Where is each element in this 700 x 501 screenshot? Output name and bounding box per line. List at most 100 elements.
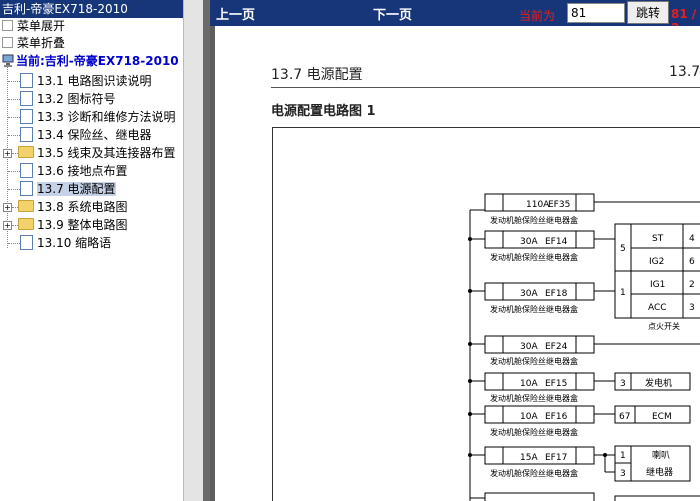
ecm-pin: 67 <box>619 412 630 422</box>
ign-row-name: ST <box>652 234 664 244</box>
tree-item-label[interactable]: 13.4 保险丝、继电器 <box>37 128 152 142</box>
fuse-id: EF16 <box>545 412 568 422</box>
fuse-id: EF14 <box>545 237 568 247</box>
document-viewer[interactable]: 13.7 电源配置 13.7. 电源配置电路图 1 110A EF35 发动机舱… <box>210 26 700 501</box>
ign-row-pin: 2 <box>689 280 695 290</box>
expand-plus-icon[interactable]: + <box>3 221 12 230</box>
document-icon <box>20 127 33 142</box>
fuse-ef24: 30A EF24 发动机舱保险丝继电器盒 <box>468 335 700 366</box>
fuse-box-label: 发动机舱保险丝继电器盒 <box>490 215 578 225</box>
fuse-id: EF15 <box>545 379 567 389</box>
generator-label: 发电机 <box>645 377 672 389</box>
fuse-id: EF35 <box>548 200 570 210</box>
tree-item-13-3[interactable]: 13.3 诊断和维修方法说明 <box>20 108 176 126</box>
ecm-label: ECM <box>652 412 672 422</box>
tree-root[interactable]: 当前:吉利-帝豪EX718-2010 <box>2 52 179 70</box>
document-icon <box>20 91 33 106</box>
horn-relay-label: 喇叭 <box>652 449 670 461</box>
fuse-amp: 30A <box>520 237 538 247</box>
tree-connector <box>8 117 20 118</box>
tree-item-13-2[interactable]: 13.2 图标符号 <box>20 90 116 108</box>
tree-connector <box>8 99 20 100</box>
tree-item-label[interactable]: 13.6 接地点布置 <box>37 164 128 178</box>
menu-collapse-label[interactable]: 菜单折叠 <box>17 36 65 50</box>
fuse-box-label: 发动机舱保险丝继电器盒 <box>490 252 578 262</box>
tree-item-label[interactable]: 13.9 整体电路图 <box>37 218 128 232</box>
folder-icon <box>18 200 34 212</box>
fuse-box-label: 发动机舱保险丝继电器盒 <box>490 304 578 314</box>
ign-caption: 点火开关 <box>648 321 680 331</box>
checkbox-icon[interactable] <box>2 37 13 48</box>
tree-item-13-7[interactable]: 13.7 电源配置 <box>20 180 116 198</box>
prev-page-link[interactable]: 上一页 <box>216 4 255 23</box>
ign-row-pin: 6 <box>689 257 695 267</box>
ign-row-pin: 4 <box>689 234 695 244</box>
fuse-box-label: 发动机舱保险丝继电器盒 <box>490 427 578 437</box>
fuse-ef18: 30A EF18 发动机舱保险丝继电器盒 <box>468 282 615 314</box>
fuse-box-label: 发动机舱保险丝继电器盒 <box>490 356 578 366</box>
tree-item-label[interactable]: 13.2 图标符号 <box>37 92 116 106</box>
page-nav-bar: 上一页 下一页 当前为 跳转 81 / 2 <box>210 0 700 35</box>
ign-pin: 5 <box>620 244 626 254</box>
horn-relay-label: 继电器 <box>646 466 673 478</box>
fuse-box-label: 发动机舱保险丝继电器盒 <box>490 393 578 403</box>
fuse-amp: 30A <box>520 342 538 352</box>
tree-item-13-9[interactable]: 13.9 整体电路图 <box>18 216 128 234</box>
fuse-ef14: 30A EF14 发动机舱保险丝继电器盒 <box>468 230 615 262</box>
fuse-box-label: 发动机舱保险丝继电器盒 <box>490 468 578 478</box>
tree-item-13-6[interactable]: 13.6 接地点布置 <box>20 162 128 180</box>
fuse-id: EF24 <box>545 342 568 352</box>
ign-row-name: ACC <box>648 303 667 313</box>
frame-divider[interactable] <box>183 0 211 501</box>
tree-item-13-1[interactable]: 13.1 电路图识读说明 <box>20 72 152 90</box>
tree-connector <box>8 81 20 82</box>
ign-row-pin: 3 <box>689 303 695 313</box>
tree-panel: 吉利-帝豪EX718-2010 菜单展开 菜单折叠 当前:吉利-帝豪EX718-… <box>0 0 183 501</box>
fuse-id: EF18 <box>545 289 568 299</box>
power-distribution-diagram: 110A EF35 发动机舱保险丝继电器盒 30A EF14 发动机舱保险丝继电… <box>468 193 700 501</box>
menu-collapse[interactable]: 菜单折叠 <box>0 35 183 52</box>
document-icon <box>20 163 33 178</box>
tree-connector <box>8 243 20 244</box>
horn-relay-pin: 3 <box>620 469 626 479</box>
fuse-amp: 30A <box>520 289 538 299</box>
tree-item-13-5[interactable]: 13.5 线束及其连接器布置 <box>18 144 176 162</box>
menu-expand-label[interactable]: 菜单展开 <box>17 19 65 33</box>
fuse-amp: 110A <box>526 200 550 210</box>
jump-button[interactable]: 跳转 <box>627 1 669 24</box>
tree-item-label[interactable]: 13.1 电路图识读说明 <box>37 74 152 88</box>
ign-pin: 1 <box>620 288 626 298</box>
tree-item-13-10[interactable]: 13.10 缩略语 <box>20 234 111 252</box>
ign-row-name: IG2 <box>649 257 664 267</box>
horn-relay-pin: 1 <box>620 451 626 461</box>
menu-expand[interactable]: 菜单展开 <box>0 18 183 35</box>
fuse-ef35: 110A EF35 发动机舱保险丝继电器盒 <box>470 193 700 225</box>
tree-item-label-selected[interactable]: 13.7 电源配置 <box>37 182 116 196</box>
tree-item-label[interactable]: 13.10 缩略语 <box>37 236 111 250</box>
fuse-ef16: 10A EF16 发动机舱保险丝继电器盒 67 ECM <box>468 405 691 437</box>
tree-connector <box>8 171 20 172</box>
computer-icon <box>2 54 14 67</box>
tree-item-label[interactable]: 13.8 系统电路图 <box>37 200 128 214</box>
tree-item-label[interactable]: 13.5 线束及其连接器布置 <box>37 146 176 160</box>
document-icon <box>20 181 33 196</box>
next-page-link[interactable]: 下一页 <box>373 4 412 23</box>
document-icon <box>20 235 33 250</box>
tree-item-13-4[interactable]: 13.4 保险丝、继电器 <box>20 126 152 144</box>
fuse-amp: 10A <box>520 412 538 422</box>
ign-row-name: IG1 <box>650 280 665 290</box>
current-page-label: 当前为 <box>519 9 556 23</box>
folder-icon <box>18 218 34 230</box>
fuse-amp: 10A <box>520 379 538 389</box>
tree-root-label[interactable]: 当前:吉利-帝豪EX718-2010 <box>16 54 179 68</box>
document-icon <box>20 109 33 124</box>
expand-plus-icon[interactable]: + <box>3 203 12 212</box>
tree-item-13-8[interactable]: 13.8 系统电路图 <box>18 198 128 216</box>
tree-connector <box>8 189 20 190</box>
tree-item-label[interactable]: 13.3 诊断和维修方法说明 <box>37 110 176 124</box>
document-icon <box>20 73 33 88</box>
checkbox-icon[interactable] <box>2 20 13 31</box>
tree-title: 吉利-帝豪EX718-2010 <box>0 0 183 18</box>
page-number-input[interactable] <box>567 3 625 23</box>
expand-plus-icon[interactable]: + <box>3 149 12 158</box>
